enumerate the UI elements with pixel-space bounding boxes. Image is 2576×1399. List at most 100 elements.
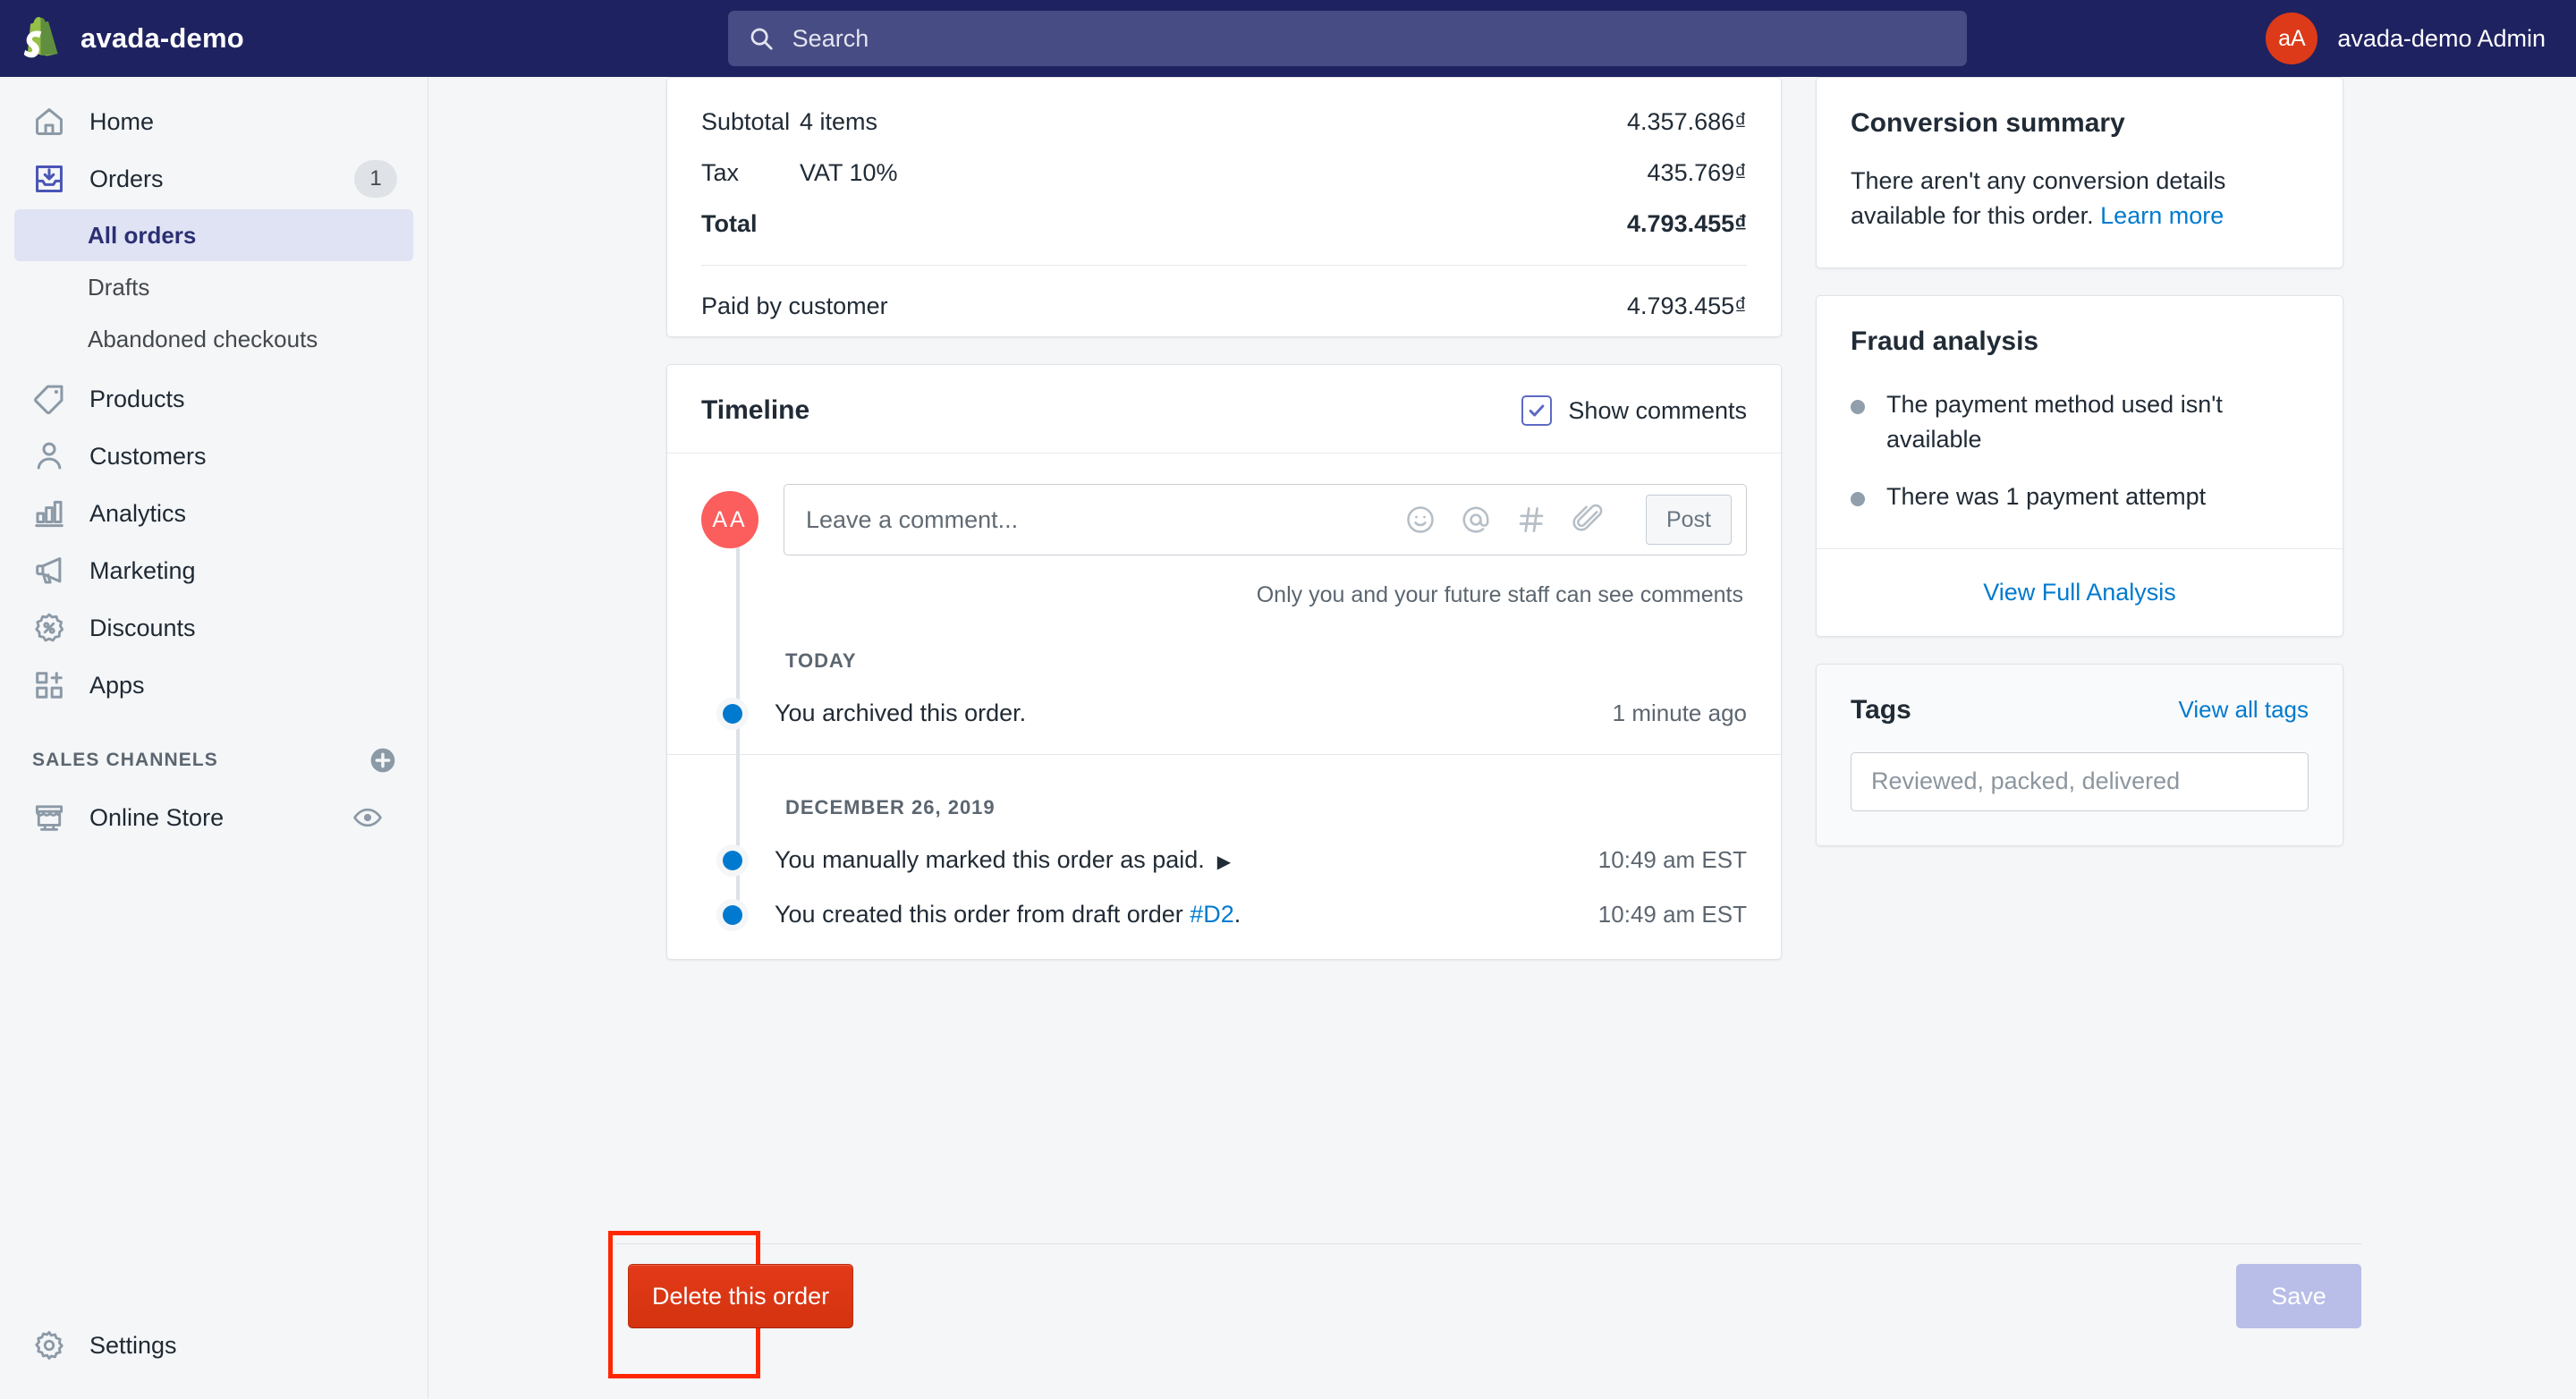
conversion-summary-title: Conversion summary	[1851, 108, 2125, 138]
search-area: Search	[428, 11, 2266, 66]
order-summary: Subtotal 4 items 4.357.686₫ Tax VAT 10% …	[667, 78, 1781, 336]
fraud-item-text: There was 1 payment attempt	[1886, 482, 2207, 510]
sidebar-item-drafts[interactable]: Drafts	[14, 261, 413, 313]
timeline-event-time: 10:49 am EST	[1597, 901, 1747, 928]
sidebar-item-label: Online Store	[89, 803, 225, 831]
timeline-body: AA Leave a comment... Post Only you and …	[667, 454, 1781, 928]
summary-desc: VAT 10%	[800, 159, 898, 186]
sidebar-item-all-orders[interactable]: All orders	[14, 209, 413, 261]
paid-by-customer-row: Paid by customer 4.793.455₫	[701, 266, 1747, 327]
timeline-dot-icon	[723, 904, 742, 925]
sidebar-item-label: Orders	[89, 165, 164, 192]
list-item: The payment method used isn't available	[1851, 387, 2309, 457]
orders-subnav: All orders Drafts Abandoned checkouts	[0, 208, 428, 370]
expand-caret-icon[interactable]: ▶	[1217, 851, 1231, 873]
tags-body: Tags View all tags Reviewed, packed, del…	[1817, 665, 2343, 845]
user-name: avada-demo Admin	[2337, 24, 2546, 52]
comment-input[interactable]: Leave a comment... Post	[784, 484, 1747, 555]
tags-input[interactable]: Reviewed, packed, delivered	[1851, 751, 2309, 811]
hashtag-icon[interactable]	[1515, 504, 1547, 536]
sidebar: Home Orders 1 All orders Drafts Abandone…	[0, 77, 428, 1399]
emoji-icon[interactable]	[1404, 504, 1436, 536]
brand-area[interactable]: avada-demo	[0, 17, 428, 60]
tags-card: Tags View all tags Reviewed, packed, del…	[1816, 663, 2343, 846]
sidebar-item-customers[interactable]: Customers	[14, 428, 413, 485]
bullet-icon	[1851, 491, 1865, 506]
summary-amount: 4.357.686₫	[1627, 108, 1747, 135]
timeline-day-header: DECEMBER 26, 2019	[785, 796, 996, 818]
timeline-event-label-after: .	[1233, 901, 1241, 928]
sidebar-item-online-store[interactable]: Online Store	[14, 789, 413, 846]
checkmark-icon	[1530, 404, 1545, 417]
fraud-item-text: The payment method used isn't available	[1886, 391, 2223, 454]
summary-label: Tax	[701, 159, 740, 186]
attachment-icon[interactable]	[1571, 504, 1603, 536]
summary-row-tax: Tax VAT 10% 435.769₫	[701, 159, 1747, 187]
timeline-title: Timeline	[701, 395, 810, 425]
draft-order-link[interactable]: #D2	[1190, 901, 1234, 928]
sidebar-item-label: Apps	[89, 671, 145, 699]
paid-amount: 4.793.455₫	[1627, 293, 1747, 319]
home-icon	[36, 108, 63, 135]
search-icon	[750, 28, 773, 50]
preview-store-action[interactable]	[340, 799, 395, 836]
avatar: aA	[2266, 13, 2318, 64]
tags-placeholder: Reviewed, packed, delivered	[1871, 767, 2181, 795]
search-input[interactable]: Search	[727, 11, 1967, 66]
show-comments-checkbox[interactable]	[1521, 395, 1553, 426]
conversion-summary-body: Conversion summary There aren't any conv…	[1817, 78, 2343, 267]
apps-grid-icon	[36, 672, 63, 699]
sidebar-item-discounts[interactable]: Discounts	[14, 599, 413, 657]
sidebar-item-home[interactable]: Home	[14, 93, 413, 150]
view-all-tags-link[interactable]: View all tags	[2179, 696, 2309, 724]
sales-channels-title: SALES CHANNELS	[32, 750, 218, 770]
fraud-analysis-footer: View Full Analysis	[1817, 547, 2343, 636]
view-full-analysis-link[interactable]: View Full Analysis	[1983, 579, 2176, 606]
sidebar-item-orders[interactable]: Orders 1	[14, 150, 413, 208]
sidebar-item-marketing[interactable]: Marketing	[14, 542, 413, 599]
learn-more-link[interactable]: Learn more	[2100, 202, 2224, 229]
sidebar-item-apps[interactable]: Apps	[14, 657, 413, 714]
summary-amount: 435.769₫	[1647, 159, 1747, 186]
sidebar-item-label: Marketing	[89, 556, 196, 584]
tags-title: Tags	[1851, 694, 1911, 725]
delete-order-button[interactable]: Delete this order	[628, 1264, 854, 1328]
post-comment-button[interactable]: Post	[1645, 495, 1732, 545]
timeline-dot-icon	[723, 703, 742, 724]
sidebar-item-label: Settings	[89, 1331, 177, 1359]
megaphone-icon	[36, 557, 62, 584]
user-menu[interactable]: aA avada-demo Admin	[2266, 13, 2576, 64]
sidebar-settings-row: Settings	[0, 1317, 428, 1374]
avatar: AA	[701, 491, 758, 548]
list-item: There was 1 payment attempt	[1851, 479, 2309, 514]
sidebar-item-label: Products	[89, 385, 185, 412]
comment-toolbar: Post	[1404, 495, 1732, 545]
gear-icon	[35, 1331, 64, 1360]
sidebar-item-settings[interactable]: Settings	[14, 1317, 413, 1374]
show-comments-toggle[interactable]: Show comments	[1521, 395, 1747, 426]
plus-circle-icon[interactable]	[369, 746, 397, 775]
timeline-event-text: You created this order from draft order …	[775, 901, 1598, 928]
mention-icon[interactable]	[1460, 504, 1492, 536]
summary-label: Total	[701, 210, 758, 237]
sidebar-item-abandoned-checkouts[interactable]: Abandoned checkouts	[14, 313, 413, 365]
comment-composer: AA Leave a comment... Post	[701, 484, 1747, 555]
summary-label: Subtotal	[701, 108, 791, 135]
comment-placeholder: Leave a comment...	[806, 505, 1019, 533]
sidebar-item-products[interactable]: Products	[14, 370, 413, 428]
delete-order-label: Delete this order	[652, 1282, 830, 1310]
fraud-analysis-body: Fraud analysis The payment method used i…	[1817, 296, 2343, 547]
top-bar: avada-demo Search aA avada-demo Admin	[0, 0, 2576, 77]
eye-icon	[352, 808, 383, 827]
save-button[interactable]: Save	[2236, 1264, 2361, 1328]
sidebar-item-label: Discounts	[89, 614, 196, 641]
post-label: Post	[1665, 506, 1711, 532]
fraud-analysis-card: Fraud analysis The payment method used i…	[1816, 295, 2343, 637]
shopify-admin-page: avada-demo Search aA avada-demo Admin Ho…	[0, 0, 2576, 1399]
timeline-event-text: You manually marked this order as paid. ▶	[775, 846, 1598, 874]
fraud-analysis-list: The payment method used isn't available …	[1851, 387, 2309, 513]
right-sidebar: Conversion summary There aren't any conv…	[1816, 77, 2343, 846]
sidebar-item-analytics[interactable]: Analytics	[14, 485, 413, 542]
tag-icon	[34, 385, 64, 415]
fraud-analysis-title: Fraud analysis	[1851, 326, 2039, 357]
